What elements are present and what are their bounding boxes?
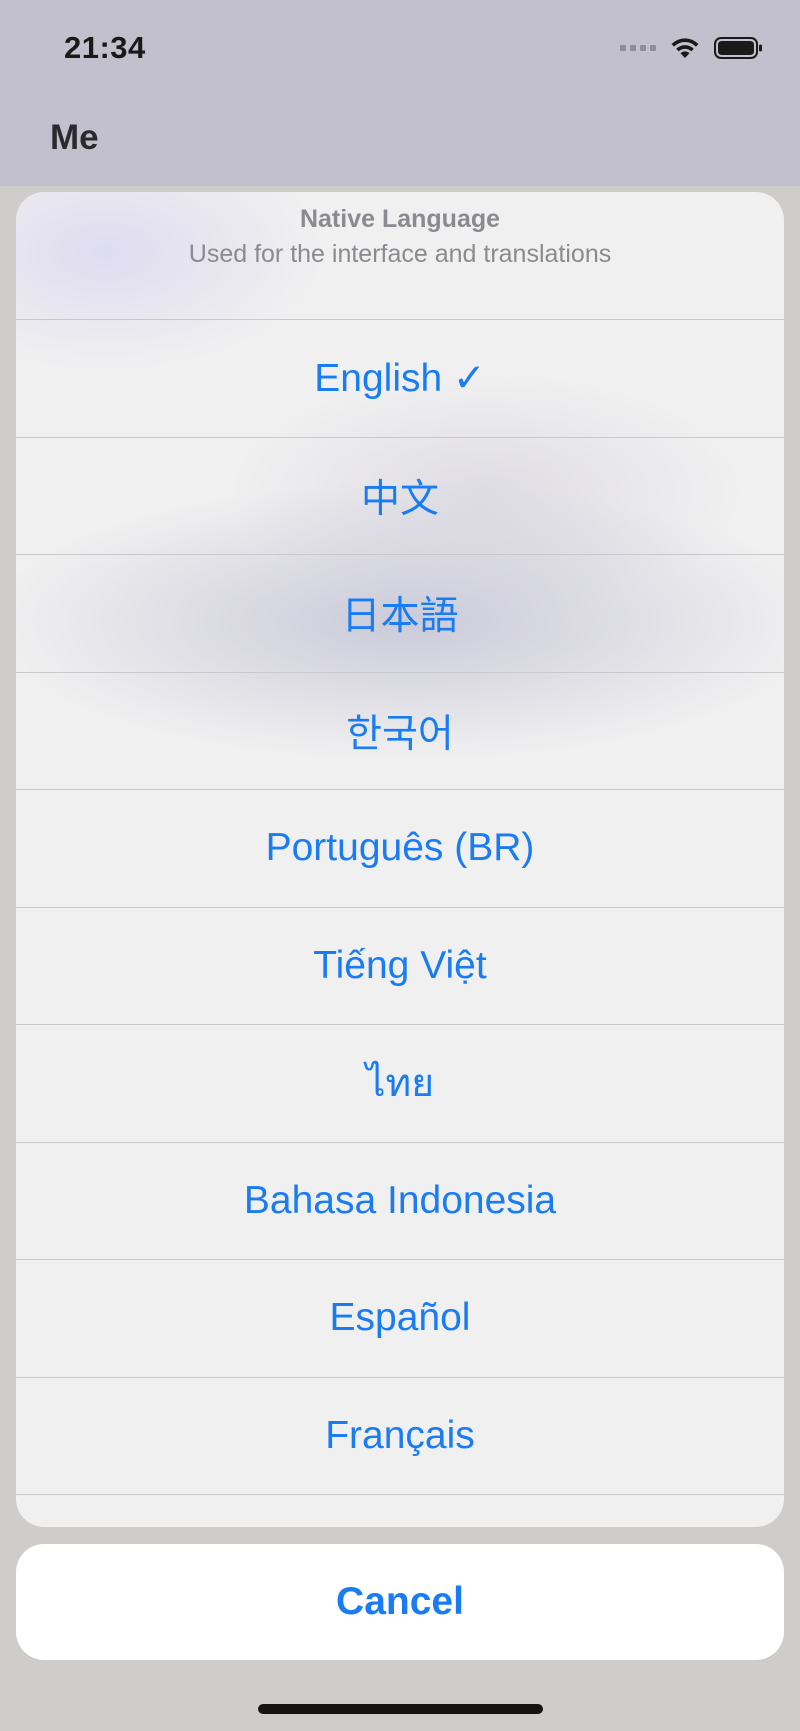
nav-title: Me bbox=[50, 118, 99, 157]
home-indicator[interactable] bbox=[258, 1704, 543, 1714]
language-option-english[interactable]: English ✓ bbox=[16, 320, 784, 438]
sheet-subtitle: Used for the interface and translations bbox=[188, 240, 612, 268]
signal-icon bbox=[620, 45, 656, 51]
language-option-korean[interactable]: 한국어 bbox=[16, 673, 784, 790]
language-option-list: English ✓ 中文 日本語 한국어 Português (BR) Tiến… bbox=[16, 320, 784, 1495]
battery-icon bbox=[714, 37, 762, 59]
language-option-thai[interactable]: ไทย bbox=[16, 1025, 784, 1143]
language-option-french[interactable]: Français bbox=[16, 1378, 784, 1495]
language-option-portuguese-br[interactable]: Português (BR) bbox=[16, 790, 784, 908]
wifi-icon bbox=[671, 38, 699, 58]
language-option-spanish[interactable]: Español bbox=[16, 1260, 784, 1378]
language-option-chinese[interactable]: 中文 bbox=[16, 438, 784, 555]
language-option-vietnamese[interactable]: Tiếng Việt bbox=[16, 908, 784, 1025]
sheet-title: Native Language bbox=[299, 205, 501, 233]
language-option-japanese[interactable]: 日本語 bbox=[16, 555, 784, 673]
language-option-indonesian[interactable]: Bahasa Indonesia bbox=[16, 1143, 784, 1260]
status-icons bbox=[620, 36, 764, 60]
status-bar: 21:34 bbox=[0, 0, 800, 100]
top-area: 21:34 Me bbox=[0, 0, 800, 186]
status-time: 21:34 bbox=[64, 30, 146, 65]
cancel-button[interactable]: Cancel bbox=[16, 1544, 784, 1660]
language-action-sheet: Native Language Used for the interface a… bbox=[16, 192, 784, 1527]
sheet-header: Native Language Used for the interface a… bbox=[16, 192, 784, 320]
